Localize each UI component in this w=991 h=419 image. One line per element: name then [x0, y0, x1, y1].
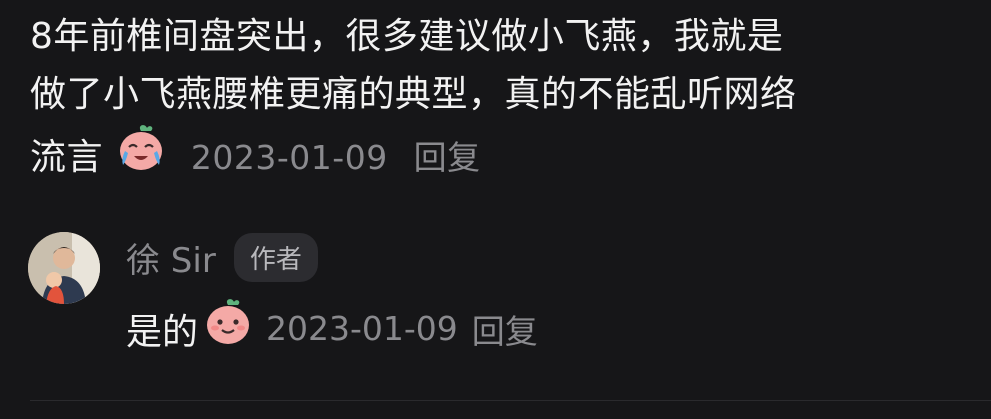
reply-to-reply-button[interactable]: 回复: [472, 305, 538, 353]
comment-body: 8年前椎间盘突出，很多建议做小飞燕，我就是 做了小飞燕腰椎更痛的典型，真的不能乱…: [30, 8, 970, 194]
reply-text: 是的: [126, 311, 199, 353]
crying-face-emoji-icon: [115, 121, 167, 191]
comment-timestamp: 2023-01-09: [190, 138, 388, 177]
author-row: 徐 Sir 作者: [126, 228, 318, 286]
author-badge: 作者: [233, 232, 318, 282]
smiling-peach-emoji-icon: [202, 295, 254, 356]
comment-line-2: 做了小飞燕腰椎更痛的典型，真的不能乱听网络: [30, 74, 797, 115]
divider: [30, 400, 991, 401]
reply-body: 是的 2023-01-09 回复: [126, 298, 538, 359]
reply-button[interactable]: 回复: [414, 138, 481, 177]
comment-thread: 8年前椎间盘突出，很多建议做小飞燕，我就是 做了小飞燕腰椎更痛的典型，真的不能乱…: [0, 0, 991, 419]
author-name[interactable]: 徐 Sir: [126, 233, 216, 282]
comment-line-3: 流言 2023-01-09 回复: [30, 124, 970, 194]
reply-timestamp: 2023-01-09: [266, 309, 458, 348]
comment-line-3-text: 流言: [30, 137, 104, 178]
comment-line-1: 8年前椎间盘突出，很多建议做小飞燕，我就是: [30, 16, 784, 57]
avatar[interactable]: [28, 232, 100, 304]
